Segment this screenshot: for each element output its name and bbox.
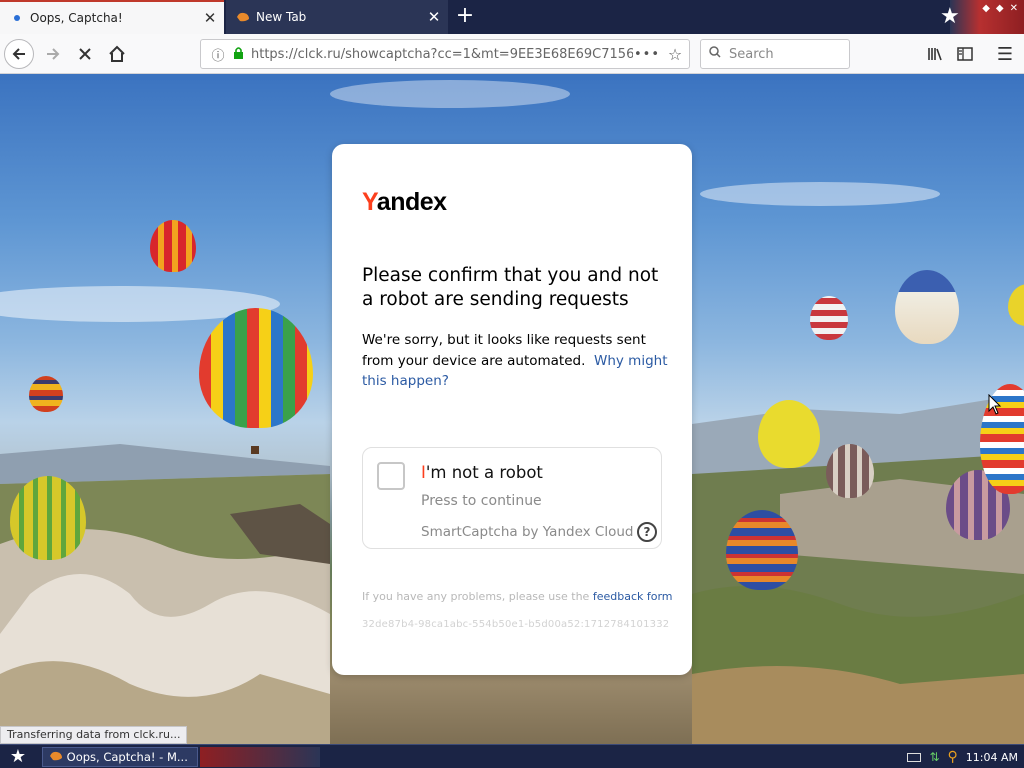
url-bar[interactable]: ⓘ https://clck.ru/showcaptcha?cc=1&mt=9E… xyxy=(200,39,690,69)
tab-strip: Oops, Captcha! ✕ New Tab ✕ + ★ ◆ ◆ ✕ xyxy=(0,0,1024,34)
tab-title: Oops, Captcha! xyxy=(30,11,123,25)
yandex-logo: Yandex xyxy=(362,188,447,216)
forward-arrow-icon xyxy=(47,48,60,60)
balloon xyxy=(895,270,959,344)
captcha-message: We're sorry, but it looks like requests … xyxy=(362,330,672,392)
library-icon[interactable] xyxy=(920,39,950,69)
smartcaptcha-widget[interactable]: I'm not a robot Press to continue SmartC… xyxy=(362,447,662,549)
balloon xyxy=(150,220,196,272)
window-controls: ◆ ◆ ✕ xyxy=(982,3,1018,14)
press-to-continue-text: Press to continue xyxy=(421,493,542,509)
taskbar: ★ Oops, Captcha! - M... ⇅ ⚲ 11:04 AM xyxy=(0,744,1024,768)
balloon-basket xyxy=(251,446,259,454)
not-robot-label[interactable]: I'm not a robot xyxy=(421,463,543,482)
balloon xyxy=(29,376,63,412)
balloon xyxy=(758,400,820,468)
stop-icon xyxy=(79,48,91,60)
tab-title: New Tab xyxy=(256,10,307,24)
mouse-cursor-icon xyxy=(988,394,1002,415)
star-decoration-icon: ★ xyxy=(940,4,960,29)
balloon xyxy=(726,510,798,590)
smartcaptcha-brand: SmartCaptcha by Yandex Cloud xyxy=(421,524,634,540)
taskbar-decoration xyxy=(200,747,320,767)
system-tray: ⇅ ⚲ 11:04 AM xyxy=(907,746,1018,768)
captcha-heading: Please confirm that you and not a robot … xyxy=(362,265,659,310)
tray-search-icon[interactable]: ⚲ xyxy=(948,749,958,765)
network-icon[interactable]: ⇅ xyxy=(929,750,939,764)
taskbar-item-firefox[interactable]: Oops, Captcha! - M... xyxy=(42,747,198,767)
close-tab-icon[interactable]: ✕ xyxy=(196,9,224,27)
minimize-icon[interactable]: ◆ xyxy=(982,3,990,14)
feedback-form-link[interactable]: feedback form xyxy=(593,590,673,603)
tab-favicon-icon xyxy=(10,11,24,25)
captcha-card: Yandex Please confirm that you and not a… xyxy=(332,144,692,675)
bookmark-star-icon[interactable]: ☆ xyxy=(661,45,689,64)
new-tab-button[interactable]: + xyxy=(452,4,478,30)
stop-loading-button[interactable] xyxy=(70,39,100,69)
balloon xyxy=(810,296,848,340)
url-text[interactable]: https://clck.ru/showcaptcha?cc=1&mt=9EE3… xyxy=(247,47,633,62)
search-placeholder: Search xyxy=(729,46,774,62)
maximize-icon[interactable]: ◆ xyxy=(996,3,1004,14)
balloon xyxy=(199,308,313,428)
firefox-favicon-icon xyxy=(236,10,250,24)
sidebar-icon[interactable] xyxy=(950,39,980,69)
close-window-icon[interactable]: ✕ xyxy=(1010,3,1018,14)
keyboard-icon[interactable] xyxy=(907,752,922,762)
tab-new-tab[interactable]: New Tab ✕ xyxy=(226,0,448,34)
home-button[interactable] xyxy=(102,39,132,69)
lock-icon[interactable] xyxy=(229,46,247,62)
back-arrow-icon xyxy=(12,48,25,60)
start-menu-icon[interactable]: ★ xyxy=(4,746,32,768)
search-icon xyxy=(701,46,729,62)
problems-text: If you have any problems, please use the… xyxy=(362,590,673,603)
hamburger-menu-icon[interactable]: ☰ xyxy=(990,39,1020,69)
info-icon[interactable]: ⓘ xyxy=(207,45,229,64)
tab-oops-captcha[interactable]: Oops, Captcha! ✕ xyxy=(0,0,224,34)
navigation-bar: ⓘ https://clck.ru/showcaptcha?cc=1&mt=9E… xyxy=(0,34,1024,74)
clock[interactable]: 11:04 AM xyxy=(966,751,1018,764)
page-actions-icon[interactable]: ••• xyxy=(633,47,661,62)
search-input[interactable]: Search xyxy=(700,39,850,69)
firefox-icon xyxy=(49,750,67,764)
balloon xyxy=(10,476,86,560)
help-icon[interactable]: ? xyxy=(637,522,657,542)
not-robot-checkbox[interactable] xyxy=(377,462,405,490)
home-icon xyxy=(109,45,125,62)
back-button[interactable] xyxy=(4,39,34,69)
status-text: Transferring data from clck.ru... xyxy=(0,726,188,744)
request-id: 32de87b4-98ca1abc-554b50e1-b5d00a52:1712… xyxy=(362,619,670,630)
close-tab-icon[interactable]: ✕ xyxy=(420,8,448,26)
balloon xyxy=(826,444,874,498)
forward-button[interactable] xyxy=(38,39,68,69)
